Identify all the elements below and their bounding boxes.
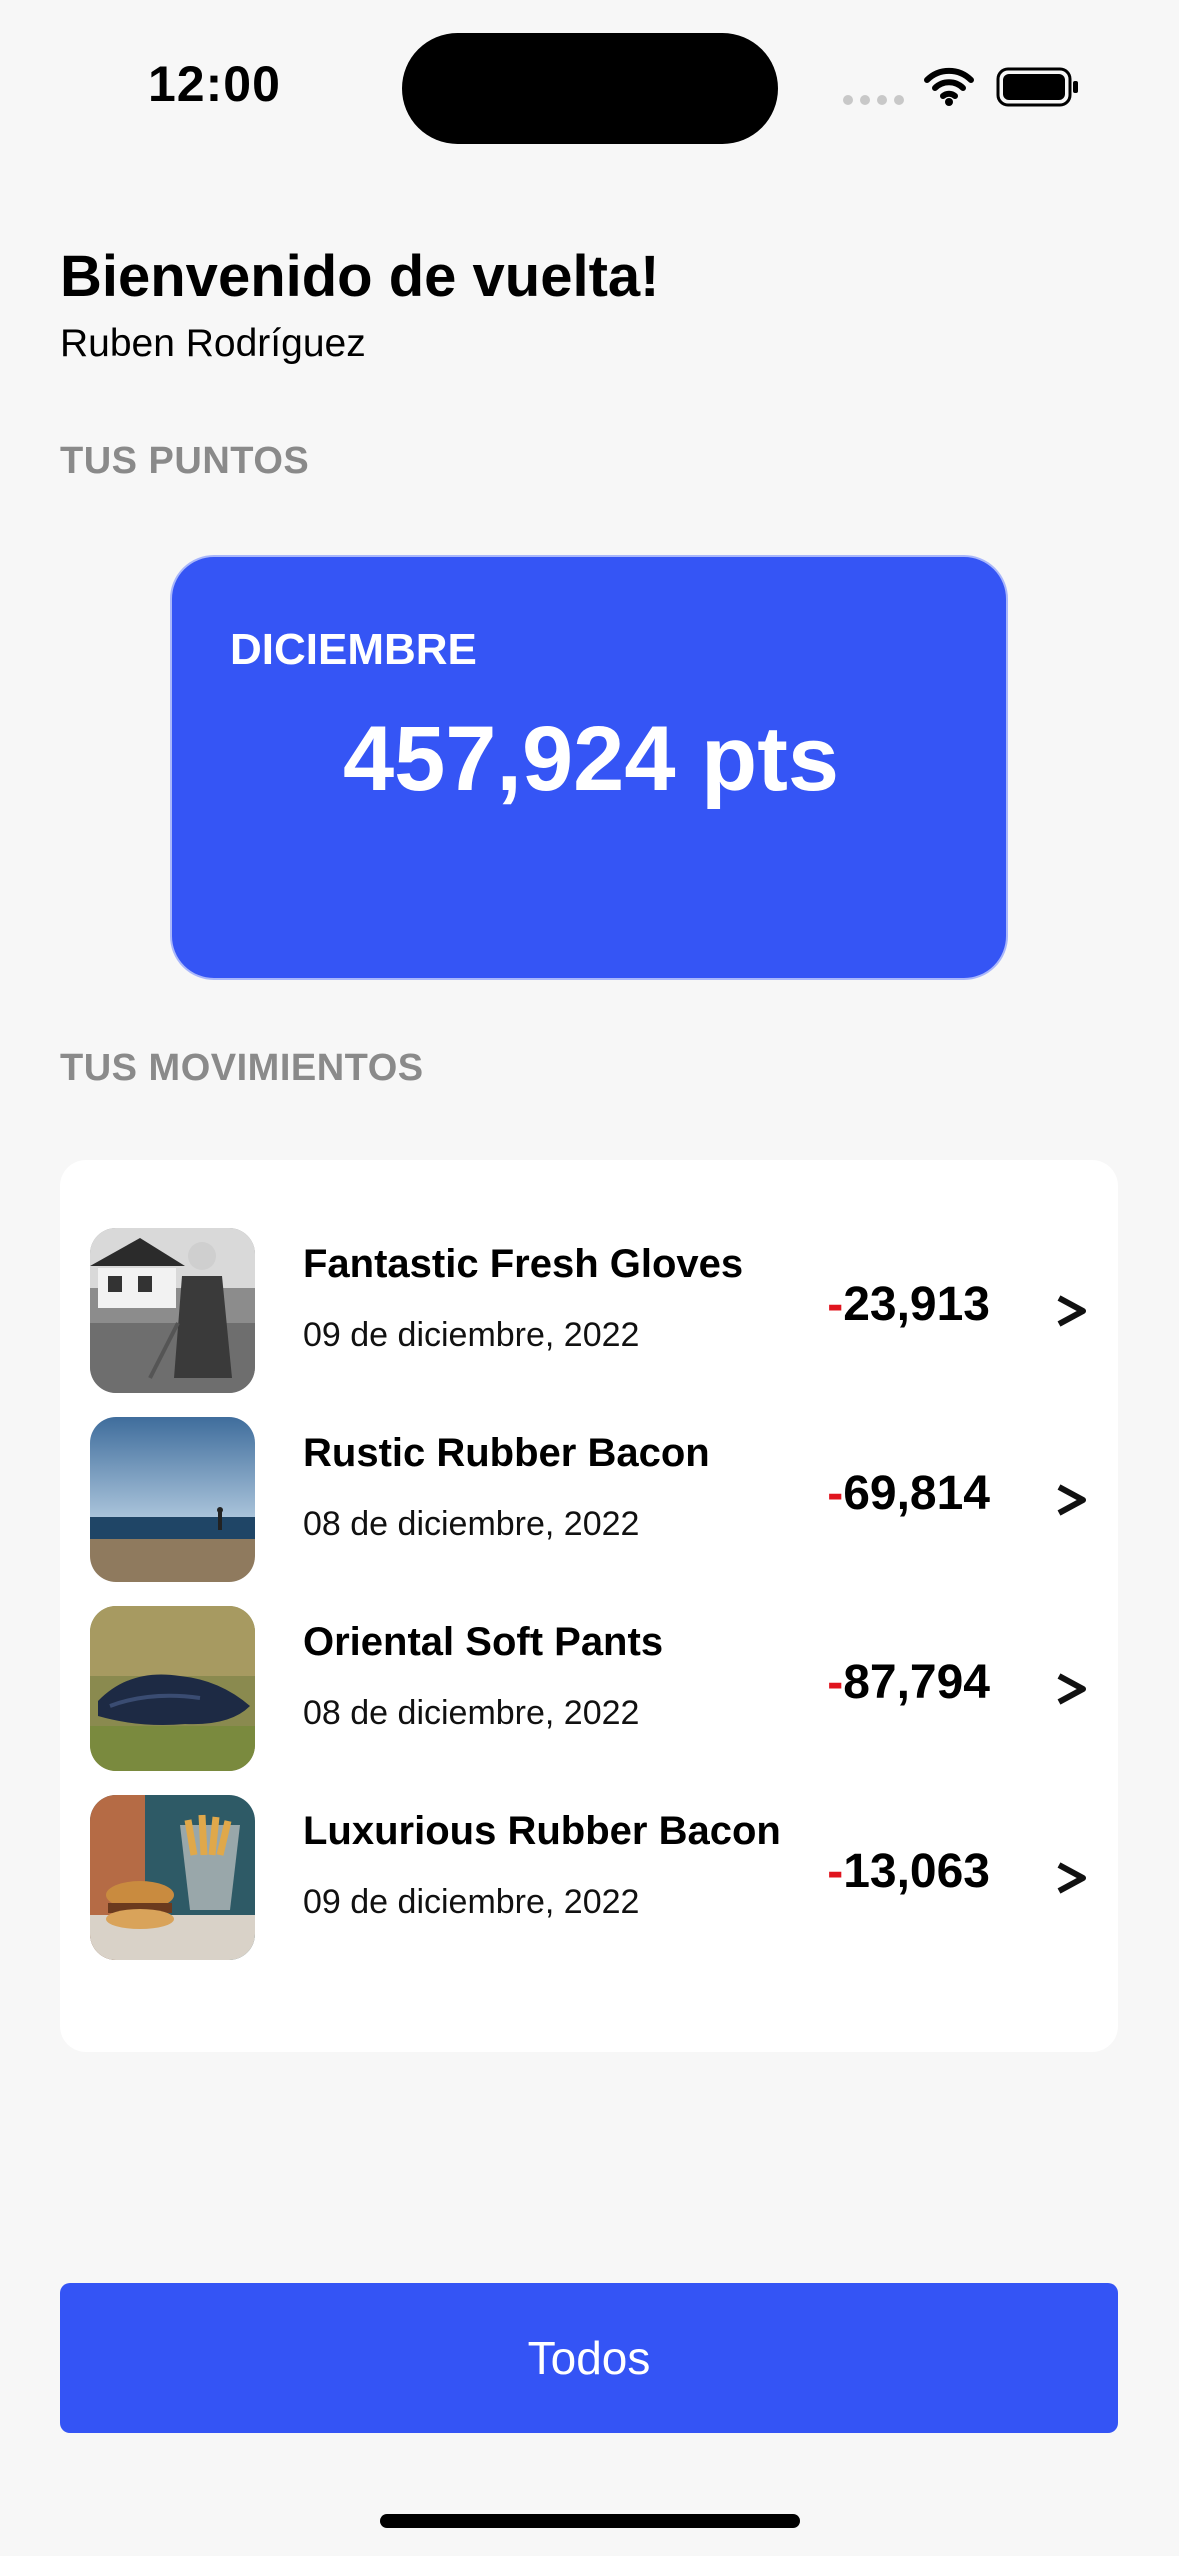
movement-title: Fantastic Fresh Gloves	[303, 1242, 744, 1286]
movement-row[interactable]: Fantastic Fresh Gloves 09 de diciembre, …	[60, 1222, 1118, 1393]
chevron-right-icon[interactable]	[1055, 1294, 1087, 1328]
movement-title: Oriental Soft Pants	[303, 1620, 664, 1664]
status-time: 12:00	[148, 56, 281, 112]
movement-date: 08 de diciembre, 2022	[303, 1694, 640, 1732]
movement-title: Luxurious Rubber Bacon	[303, 1809, 781, 1853]
movement-thumbnail	[90, 1228, 255, 1393]
movement-amount: -23,913	[827, 1277, 990, 1332]
points-month: DICIEMBRE	[230, 625, 477, 674]
chevron-right-icon[interactable]	[1055, 1861, 1087, 1895]
signal-dots-icon	[843, 95, 905, 105]
movement-row[interactable]: Luxurious Rubber Bacon 09 de diciembre, …	[60, 1789, 1118, 1960]
page-title: Bienvenido de vuelta!	[60, 244, 660, 309]
movement-row[interactable]: Rustic Rubber Bacon 08 de diciembre, 202…	[60, 1411, 1118, 1582]
amount-value: 13,063	[843, 1845, 990, 1898]
movement-amount: -87,794	[827, 1655, 990, 1710]
movement-thumbnail	[90, 1795, 255, 1960]
points-card: DICIEMBRE 457,924 pts	[170, 555, 1008, 980]
amount-sign: -	[827, 1278, 844, 1331]
battery-icon	[996, 67, 1080, 107]
chevron-right-icon[interactable]	[1055, 1483, 1087, 1517]
movement-thumbnail	[90, 1417, 255, 1582]
movement-date: 09 de diciembre, 2022	[303, 1883, 640, 1921]
amount-value: 23,913	[843, 1278, 990, 1331]
user-name: Ruben Rodríguez	[60, 322, 366, 365]
movements-section-label: TUS MOVIMIENTOS	[60, 1047, 424, 1089]
amount-value: 87,794	[843, 1656, 990, 1709]
chevron-right-icon[interactable]	[1055, 1672, 1087, 1706]
movement-amount: -69,814	[827, 1466, 990, 1521]
movement-title: Rustic Rubber Bacon	[303, 1431, 710, 1475]
points-section-label: TUS PUNTOS	[60, 440, 310, 482]
home-indicator[interactable]	[380, 2514, 800, 2528]
amount-value: 69,814	[843, 1467, 990, 1520]
movement-date: 08 de diciembre, 2022	[303, 1505, 640, 1543]
movement-row[interactable]: Oriental Soft Pants 08 de diciembre, 202…	[60, 1600, 1118, 1771]
movement-amount: -13,063	[827, 1844, 990, 1899]
movement-date: 09 de diciembre, 2022	[303, 1316, 640, 1354]
dynamic-island	[402, 33, 778, 144]
amount-sign: -	[827, 1656, 844, 1709]
wifi-icon	[924, 66, 974, 106]
amount-sign: -	[827, 1845, 844, 1898]
movement-thumbnail	[90, 1606, 255, 1771]
movements-list: Fantastic Fresh Gloves 09 de diciembre, …	[60, 1160, 1118, 2052]
amount-sign: -	[827, 1467, 844, 1520]
points-value: 457,924 pts	[342, 708, 840, 810]
all-movements-button[interactable]: Todos	[60, 2283, 1118, 2433]
